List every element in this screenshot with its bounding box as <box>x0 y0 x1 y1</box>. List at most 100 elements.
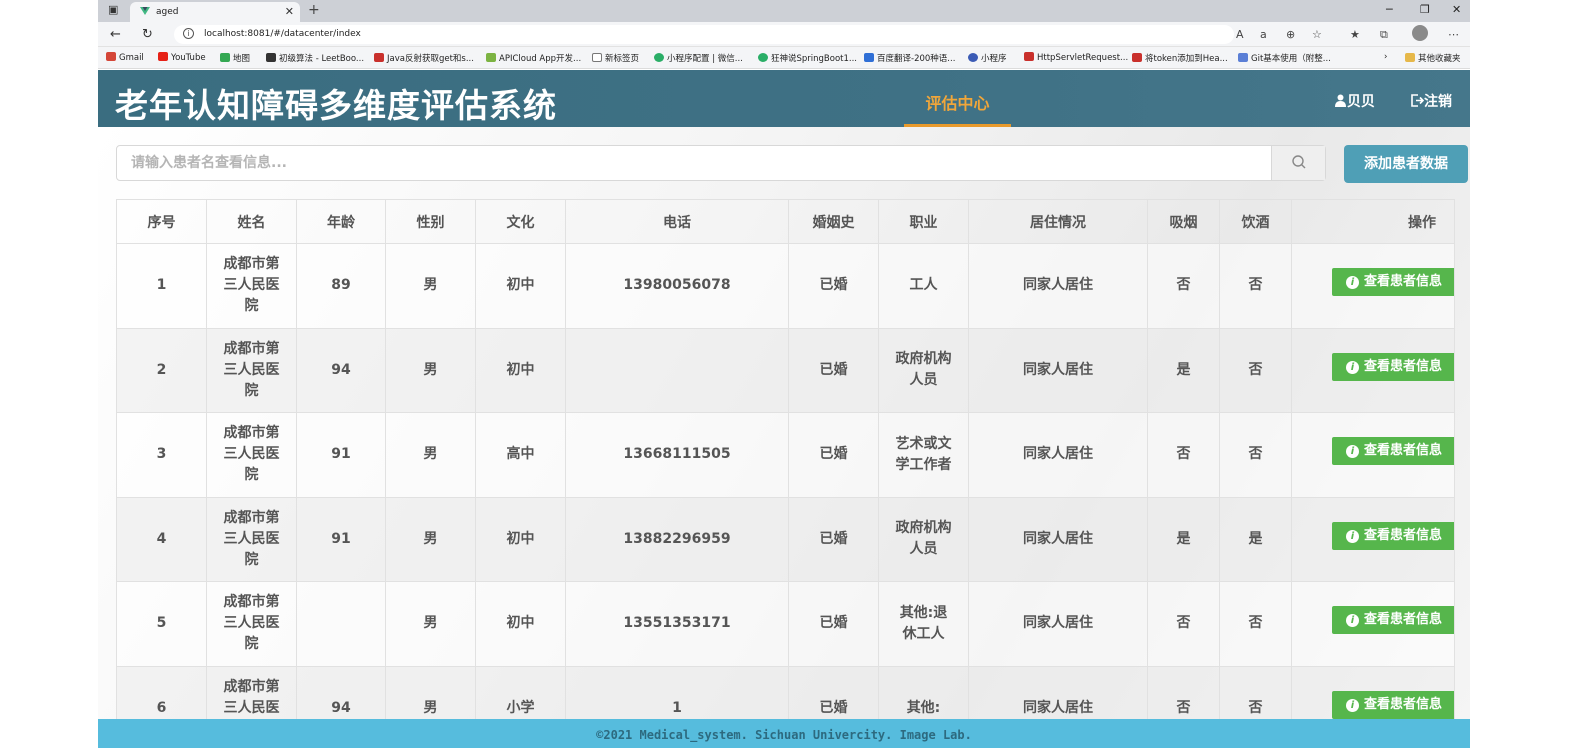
cell-name: 成都市第三人民医院 <box>206 496 297 582</box>
bookmark-item[interactable]: 狂神说SpringBoot1... <box>758 52 857 64</box>
folder-icon <box>1405 53 1415 62</box>
gmail-icon <box>106 52 116 61</box>
favorites-list-icon[interactable]: ★ <box>1350 28 1360 41</box>
read-aloud-icon[interactable]: A <box>1236 28 1244 41</box>
bookmark-item[interactable]: 百度翻译-200种语... <box>864 52 955 64</box>
bookmark-item[interactable]: 将token添加到Hea... <box>1132 52 1228 64</box>
cell-id: 6 <box>116 665 207 719</box>
bookmark-item[interactable]: APICloud App开发... <box>486 52 581 64</box>
cell-phone: 1 <box>565 665 789 719</box>
bookmark-item[interactable]: Java反射获取get和s... <box>374 52 474 64</box>
minimize-icon[interactable]: ─ <box>1386 3 1393 16</box>
map-icon <box>220 53 230 62</box>
cell-age <box>296 581 386 667</box>
cell-education: 初中 <box>475 243 566 329</box>
cell-occupation: 其他: <box>878 665 969 719</box>
cell-actions: i 查看患者信息 <box>1291 412 1455 498</box>
cell-smoke: 是 <box>1147 327 1220 413</box>
cell-phone <box>565 327 789 413</box>
new-tab-icon[interactable]: + <box>308 2 320 18</box>
view-patient-button[interactable]: i 查看患者信息 <box>1332 437 1454 466</box>
cell-smoke: 否 <box>1147 243 1220 329</box>
cell-sex: 男 <box>385 327 476 413</box>
tab-title: aged <box>156 7 179 17</box>
col-header: 性别 <box>385 199 476 244</box>
table-row: 2 成都市第三人民医院 94 男 初中 已婚 政府机构人员 同家人居住 是 否 … <box>116 327 1455 413</box>
bookmark-item[interactable]: Gmail <box>106 52 144 63</box>
cell-drink: 否 <box>1219 327 1292 413</box>
back-icon[interactable]: ← <box>110 27 121 42</box>
info-icon: i <box>1346 614 1359 628</box>
patient-search-input[interactable] <box>117 146 1267 180</box>
bookmark-item[interactable]: YouTube <box>158 52 206 63</box>
csdn-icon <box>374 53 384 62</box>
search-box <box>116 145 1326 181</box>
site-info-icon[interactable]: i <box>183 28 194 39</box>
miniprogram-icon <box>968 53 978 62</box>
view-patient-button[interactable]: i 查看患者信息 <box>1332 521 1454 550</box>
nav-home[interactable]: 贝贝 <box>1334 91 1375 111</box>
restore-icon[interactable]: ❐ <box>1420 3 1430 16</box>
collections-icon[interactable]: ⧉ <box>1380 28 1388 42</box>
page-icon <box>592 53 602 62</box>
cell-marriage: 已婚 <box>788 412 879 498</box>
more-menu-icon[interactable]: ⋯ <box>1448 28 1459 41</box>
bookmark-folder[interactable]: 其他收藏夹 <box>1405 52 1461 64</box>
col-header: 居住情况 <box>968 199 1148 244</box>
url-field[interactable]: i localhost:8081/#/datacenter/index <box>174 25 1234 44</box>
cell-sex: 男 <box>385 665 476 719</box>
col-header: 饮酒 <box>1219 199 1292 244</box>
cell-living: 同家人居住 <box>968 581 1148 667</box>
col-header: 婚姻史 <box>788 199 879 244</box>
nav-assessment-center[interactable]: 评估中心 <box>904 70 1011 127</box>
bookmark-item[interactable]: Git基本使用（附整... <box>1238 52 1331 64</box>
zoom-icon[interactable]: ⊕ <box>1286 28 1295 41</box>
view-patient-button[interactable]: i 查看患者信息 <box>1332 690 1454 719</box>
search-button[interactable] <box>1271 146 1325 180</box>
cell-actions: i 查看患者信息 <box>1291 581 1455 667</box>
bookmark-item[interactable]: 小程序配置 | 微信... <box>654 52 743 64</box>
bookmark-item[interactable]: 新标签页 <box>592 52 639 64</box>
view-patient-button[interactable]: i 查看患者信息 <box>1332 606 1454 635</box>
col-header: 年龄 <box>296 199 386 244</box>
profile-avatar[interactable] <box>1412 25 1428 41</box>
refresh-icon[interactable]: ↻ <box>142 27 153 42</box>
wechat-icon <box>654 53 664 62</box>
cell-education: 初中 <box>475 496 566 582</box>
bookmark-item[interactable]: HttpServletRequest... <box>1024 52 1128 63</box>
cell-phone: 13551353171 <box>565 581 789 667</box>
csdn-icon <box>1132 53 1142 62</box>
window-menu-icon[interactable]: ▣ <box>108 3 122 17</box>
cell-actions: i 查看患者信息 <box>1291 665 1455 719</box>
baidu-translate-icon <box>864 53 874 62</box>
close-window-icon[interactable]: ✕ <box>1452 3 1461 16</box>
info-icon: i <box>1346 529 1359 543</box>
tab-close-icon[interactable]: ✕ <box>285 5 294 18</box>
bookmark-item[interactable]: 初级算法 - LeetBoo... <box>266 52 364 64</box>
cell-sex: 男 <box>385 496 476 582</box>
cell-actions: i 查看患者信息 <box>1291 243 1455 329</box>
browser-tab[interactable]: aged ✕ <box>130 2 300 22</box>
bookmark-item[interactable]: 小程序 <box>968 52 1007 64</box>
bookmarks-overflow-icon[interactable]: › <box>1384 52 1387 62</box>
view-patient-button[interactable]: i 查看患者信息 <box>1332 352 1454 381</box>
nav-logout[interactable]: 注销 <box>1411 91 1452 111</box>
favorite-icon[interactable]: ☆ <box>1312 28 1322 41</box>
cell-drink: 否 <box>1219 412 1292 498</box>
nav-home-label: 贝贝 <box>1347 94 1375 110</box>
col-header: 序号 <box>116 199 207 244</box>
table-row: 5 成都市第三人民医院 男 初中 13551353171 已婚 其他:退休工人 … <box>116 581 1455 667</box>
cell-drink: 否 <box>1219 665 1292 719</box>
bookmark-item[interactable]: 地图 <box>220 52 250 64</box>
cell-name: 成都市第三人民医院 <box>206 581 297 667</box>
translate-icon[interactable]: a <box>1260 28 1267 41</box>
col-header: 姓名 <box>206 199 297 244</box>
add-patient-button[interactable]: 添加患者数据 <box>1344 145 1468 183</box>
view-patient-button[interactable]: i 查看患者信息 <box>1332 268 1454 297</box>
youtube-icon <box>158 52 168 61</box>
cell-sex: 男 <box>385 243 476 329</box>
url-text: localhost:8081/#/datacenter/index <box>204 29 361 39</box>
logout-icon <box>1411 94 1425 107</box>
app-header: 老年认知障碍多维度评估系统 评估中心 贝贝 注销 <box>98 70 1470 127</box>
info-icon: i <box>1346 360 1359 374</box>
